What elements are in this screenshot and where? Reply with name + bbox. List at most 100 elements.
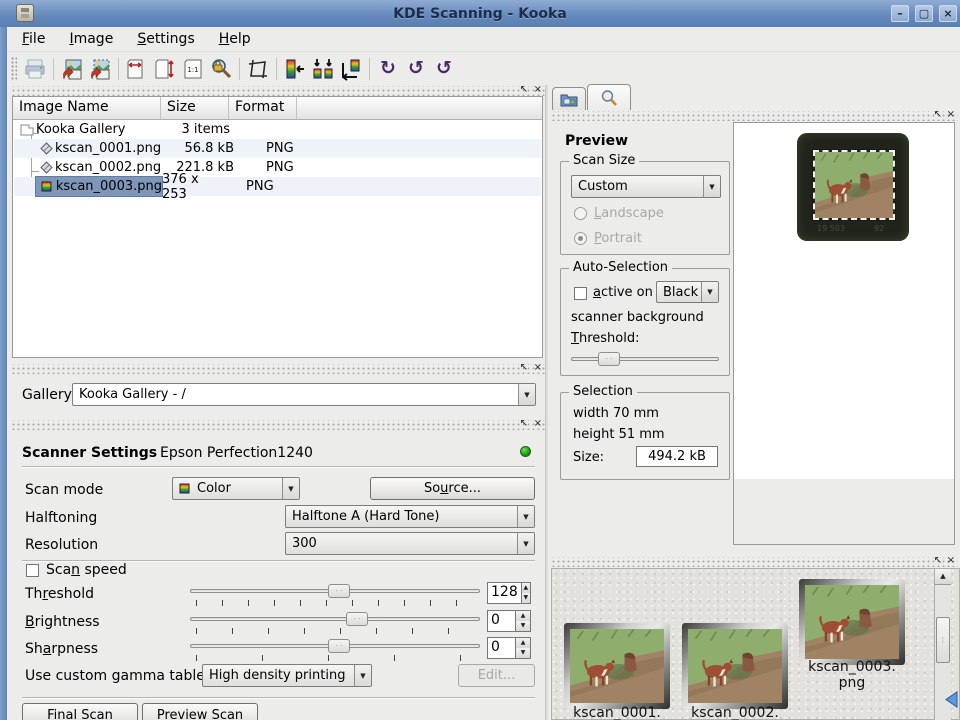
original-size-icon[interactable]: 1:1 — [179, 55, 207, 83]
minimize-button[interactable]: – — [891, 5, 909, 22]
rotate-clockwise-icon[interactable]: ↻ — [374, 55, 402, 83]
active-on-checkbox[interactable] — [574, 287, 587, 300]
mirror-vertically-icon[interactable] — [281, 55, 309, 83]
spin-down-icon[interactable]: ▼ — [516, 621, 530, 631]
rotate-180-icon[interactable]: ↺ — [430, 55, 458, 83]
auto-threshold-slider[interactable]: · · — [571, 357, 719, 361]
thumbnail-kscan0003[interactable] — [799, 579, 905, 665]
edit-button: Edit... — [458, 664, 535, 687]
imagelist-dock-handle[interactable]: ↖ × — [10, 86, 546, 96]
preview-close-icon[interactable]: × — [947, 109, 955, 121]
gallery-dock-handle[interactable]: ↖ × — [10, 364, 546, 374]
print-icon[interactable] — [21, 55, 49, 83]
scanner-float-icon[interactable]: ↖ — [520, 418, 528, 430]
list-item-gallery[interactable]: Kooka Gallery 3 items — [14, 120, 541, 139]
scanner-close-icon[interactable]: × — [534, 418, 542, 430]
scroll-up-icon[interactable]: ▲ — [935, 569, 951, 585]
sharpness-spinbox[interactable]: 0 ▲▼ — [487, 637, 531, 659]
gallery-float-icon[interactable]: ↖ — [520, 362, 528, 374]
menu-settings[interactable]: Settings — [137, 31, 194, 47]
imagelist-close-icon[interactable]: × — [534, 84, 542, 96]
chevron-down-icon[interactable]: ▼ — [701, 282, 718, 302]
scan-speed-checkbox[interactable] — [26, 564, 39, 577]
column-image-name[interactable]: Image Name — [13, 97, 161, 119]
thumbnails-dock-handle[interactable]: ↖ × — [550, 557, 958, 567]
sharpness-slider-handle[interactable]: · · — [328, 639, 350, 653]
list-item-kscan0001[interactable]: kscan_0001.png 56.8 kB PNG — [14, 139, 541, 158]
chevron-down-icon[interactable]: ▼ — [282, 478, 299, 499]
menu-image[interactable]: Image — [69, 31, 113, 47]
brightness-spinbox[interactable]: 0 ▲▼ — [487, 610, 531, 632]
toolbar-drag-handle[interactable] — [11, 57, 17, 81]
gamma-combobox[interactable]: High density printing ▼ — [202, 664, 372, 687]
threshold-slider-handle[interactable]: · · — [328, 584, 350, 598]
color-image-icon — [40, 180, 53, 193]
zoom-lock-icon[interactable] — [207, 55, 235, 83]
maximize-button[interactable]: ▢ — [915, 5, 933, 22]
scan-size-combobox[interactable]: Custom ▼ — [571, 175, 721, 198]
brightness-value[interactable]: 0 — [487, 610, 516, 632]
scan-mode-combobox[interactable]: Color ▼ — [172, 477, 300, 500]
brightness-slider-handle[interactable]: · · — [346, 612, 368, 626]
imagelist-float-icon[interactable]: ↖ — [520, 84, 528, 96]
chevron-down-icon[interactable]: ▼ — [703, 176, 720, 197]
source-button[interactable]: Source... — [370, 477, 535, 500]
thumbnail-label: kscan_0002. — [682, 705, 788, 720]
thumbnails-close-icon[interactable]: × — [947, 555, 955, 567]
final-scan-button[interactable]: Final Scan — [22, 703, 138, 720]
sharpness-slider[interactable]: · · — [190, 644, 480, 648]
thumbnails-float-icon[interactable]: ↖ — [934, 555, 942, 567]
close-button[interactable]: × — [939, 5, 957, 22]
threshold-value[interactable]: 128 — [487, 582, 522, 604]
menu-help[interactable]: Help — [219, 31, 251, 47]
spin-up-icon[interactable]: ▲ — [516, 611, 530, 621]
spin-down-icon[interactable]: ▼ — [516, 648, 530, 658]
tab-preview-active[interactable] — [587, 84, 631, 110]
mirror-both-icon[interactable] — [337, 55, 365, 83]
scanner-dock-handle[interactable]: ↖ × — [10, 420, 546, 430]
rotate-counter-clockwise-icon[interactable]: ↺ — [402, 55, 430, 83]
active-on-combobox[interactable]: Black ▼ — [656, 281, 719, 303]
gallery-close-icon[interactable]: × — [534, 362, 542, 374]
mirror-horizontally-icon[interactable] — [309, 55, 337, 83]
chevron-down-icon[interactable]: ▼ — [517, 533, 534, 554]
threshold-spinbox[interactable]: 128 ▲▼ — [487, 582, 531, 604]
chevron-down-icon[interactable]: ▼ — [517, 506, 534, 527]
resolution-combobox[interactable]: 300 ▼ — [285, 532, 535, 555]
list-item-kscan0002[interactable]: kscan_0002.png 221.8 kB PNG — [14, 158, 541, 177]
menu-file[interactable]: File — [22, 31, 45, 47]
halftoning-combobox[interactable]: Halftone A (Hard Tone) ▼ — [285, 505, 535, 528]
scale-to-height-icon[interactable] — [151, 55, 179, 83]
open-image-icon[interactable] — [58, 55, 86, 83]
auto-threshold-slider-handle[interactable]: · · — [598, 352, 620, 366]
gallery-combobox[interactable]: Kooka Gallery - / ▼ — [72, 383, 536, 406]
sharpness-value[interactable]: 0 — [487, 637, 516, 659]
save-image-icon[interactable] — [86, 55, 114, 83]
menubar: File Image Settings Help — [7, 27, 960, 52]
crop-icon[interactable] — [244, 55, 272, 83]
thumbnail-kscan0002[interactable] — [682, 623, 788, 709]
threshold-slider[interactable]: · · — [190, 589, 480, 593]
thumbnail-kscan0001[interactable] — [564, 623, 670, 709]
preview-scan-button[interactable]: Preview Scan — [142, 703, 258, 720]
tab-gallery[interactable] — [552, 87, 586, 110]
list-item-kscan0003-selected[interactable]: kscan_0003.png 376 x 253 PNG — [14, 177, 541, 196]
spin-up-icon[interactable]: ▲ — [516, 638, 530, 648]
item-size: 56.8 kB — [160, 141, 234, 156]
pane-splitter[interactable] — [545, 85, 548, 720]
panel-collapse-arrow-icon[interactable] — [944, 691, 959, 708]
column-format[interactable]: Format — [229, 97, 297, 119]
preview-dock-handle[interactable]: ↖ × — [550, 111, 958, 121]
column-size[interactable]: Size — [161, 97, 229, 119]
titlebar[interactable]: KDE Scanning - Kooka – ▢ × — [0, 0, 960, 27]
file-icon — [40, 142, 53, 155]
spin-down-icon[interactable]: ▼ — [522, 593, 530, 603]
scale-to-width-icon[interactable] — [123, 55, 151, 83]
chevron-down-icon[interactable]: ▼ — [518, 384, 535, 405]
spin-up-icon[interactable]: ▲ — [522, 583, 530, 593]
scrollbar-thumb[interactable]: ⋮ — [936, 617, 950, 663]
preview-selection-marquee[interactable] — [813, 150, 895, 220]
chevron-down-icon[interactable]: ▼ — [354, 665, 371, 686]
preview-float-icon[interactable]: ↖ — [934, 109, 942, 121]
brightness-slider[interactable]: · · — [190, 617, 480, 621]
